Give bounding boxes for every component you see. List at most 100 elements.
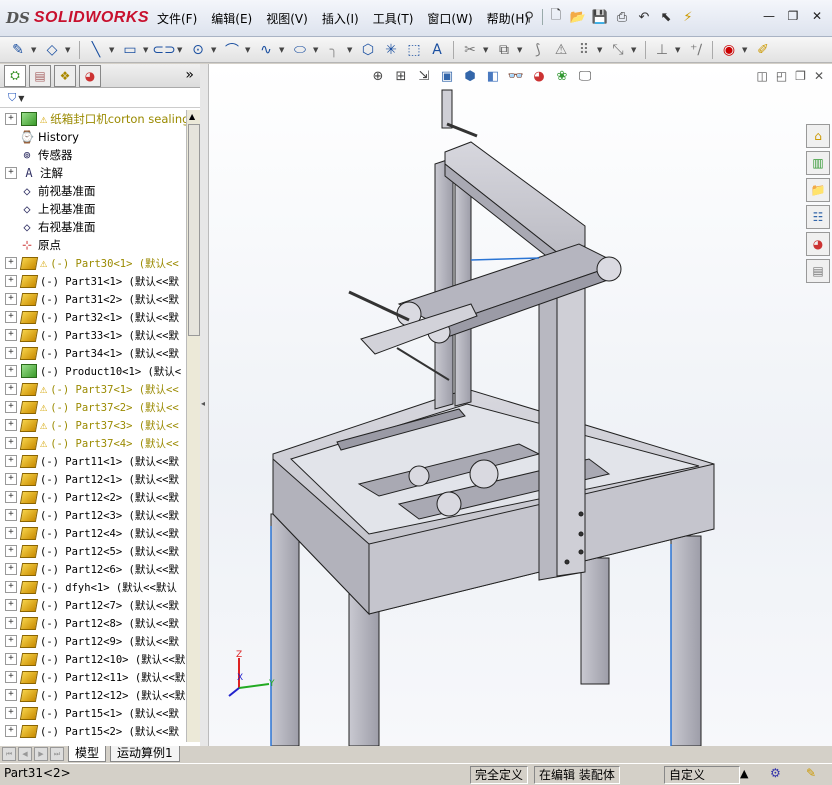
tree-row[interactable]: + (-) Part12<9> (默认<<默 [0,632,186,650]
tree-row[interactable]: + (-) Part12<12> (默认<<默 [0,686,186,704]
repair-sketch-icon[interactable]: ⁺∕ [686,40,706,60]
plane-icon[interactable]: ⬚ [404,40,424,60]
expand-toggle-icon[interactable]: + [5,167,17,179]
feature-manager-tab[interactable]: ⛭ [4,64,26,87]
chevron-down-icon[interactable]: ▼ [517,46,525,54]
expand-toggle-icon[interactable]: + [5,599,17,611]
tree-row[interactable]: ◇ 右视基准面 [0,218,186,236]
expand-toggle-icon[interactable]: + [5,725,17,737]
ellipse-icon[interactable]: ⬭ [290,40,310,60]
tree-row[interactable]: ⊚ 传感器 [0,146,186,164]
new-document-icon[interactable]: 🗋 [547,8,565,26]
expand-toggle-icon[interactable]: + [5,653,17,665]
tree-row[interactable]: + (-) Part11<1> (默认<<默 [0,452,186,470]
tree-row[interactable]: + ⚠ (-) Part37<3> (默认<< [0,416,186,434]
property-manager-tab[interactable]: ▤ [29,64,51,87]
convert-entities-icon[interactable]: ⧉ [494,40,514,60]
rebuild-icon[interactable]: ⚡ [679,8,697,26]
chevron-down-icon[interactable]: ▼ [675,46,683,54]
tree-row[interactable]: ◇ 前视基准面 [0,182,186,200]
last-tab-icon[interactable]: ⏭ [50,747,64,761]
expand-toggle-icon[interactable]: + [5,545,17,557]
chevron-down-icon[interactable]: ▼ [65,46,73,54]
tree-row[interactable]: + (-) Part12<1> (默认<<默 [0,470,186,488]
expand-toggle-icon[interactable]: + [5,113,17,125]
expand-toggle-icon[interactable]: + [5,455,17,467]
tab-model[interactable]: 模型 [68,746,107,762]
scrollbar-thumb[interactable] [188,124,200,336]
next-tab-icon[interactable]: ▶ [34,747,48,761]
chevron-down-icon[interactable]: ▼ [483,46,491,54]
move-entities-icon[interactable]: ⤡ [608,40,628,60]
open-folder-icon[interactable]: 📂 [569,8,587,26]
chevron-down-icon[interactable]: ▼ [279,46,287,54]
tree-row[interactable]: + (-) Part12<4> (默认<<默 [0,524,186,542]
prev-tab-icon[interactable]: ◀ [18,747,32,761]
polygon-icon[interactable]: ⬡ [358,40,378,60]
chevron-down-icon[interactable]: ▼ [245,46,253,54]
expand-toggle-icon[interactable]: + [5,617,17,629]
tree-row[interactable]: + A 注解 [0,164,186,182]
pin-icon[interactable]: ⚲ [520,8,538,26]
expand-toggle-icon[interactable]: + [5,437,17,449]
tab-motion-study[interactable]: 运动算例1 [110,746,180,762]
chevron-down-icon[interactable]: ▼ [742,46,750,54]
restore-icon[interactable]: ❐ [784,8,802,24]
scroll-up-arrow[interactable]: ▲ [189,112,195,121]
filter-dropdown[interactable]: ▼ [18,94,24,103]
expand-toggle-icon[interactable]: + [5,527,17,539]
expand-toggle-icon[interactable]: + [5,329,17,341]
expand-toggle-icon[interactable]: + [5,689,17,701]
spline-icon[interactable]: ∿ [256,40,276,60]
chevron-down-icon[interactable]: ▼ [211,46,219,54]
menu-edit[interactable]: 编辑(E) [204,10,259,28]
menu-view[interactable]: 视图(V) [259,10,315,28]
tree-row[interactable]: + (-) Part12<6> (默认<<默 [0,560,186,578]
expand-toggle-icon[interactable]: + [5,311,17,323]
undo-icon[interactable]: ↶ [635,8,653,26]
rapid-sketch-icon[interactable]: ✐ [753,40,773,60]
chevron-down-icon[interactable]: ▼ [109,46,117,54]
expand-toggle-icon[interactable]: + [5,581,17,593]
save-icon[interactable]: 💾 [591,8,609,26]
expand-toggle-icon[interactable]: + [5,275,17,287]
close-icon[interactable]: ✕ [808,8,826,24]
smart-dimension-icon[interactable]: ◇ [42,40,62,60]
expand-toggle-icon[interactable]: + [5,293,17,305]
relations-icon[interactable]: ⊥ [652,40,672,60]
expand-toggle-icon[interactable]: + [5,401,17,413]
status-units[interactable]: 自定义 [664,766,740,784]
chevron-down-icon[interactable]: ▼ [313,46,321,54]
tree-row[interactable]: + ⚠ (-) Part30<1> (默认<< [0,254,186,272]
chevron-down-icon[interactable]: ▼ [597,46,605,54]
tree-row[interactable]: + (-) Part33<1> (默认<<默 [0,326,186,344]
menu-tools[interactable]: 工具(T) [366,10,421,28]
menu-file[interactable]: 文件(F) [150,10,204,28]
tree-scrollbar[interactable]: ▲ [186,110,200,742]
pattern-icon[interactable]: ⠿ [574,40,594,60]
expand-toggle-icon[interactable]: + [5,473,17,485]
fillet-icon[interactable]: ╮ [324,40,344,60]
tree-row[interactable]: + ⚠ (-) Part37<4> (默认<< [0,434,186,452]
expand-toggle-icon[interactable]: + [5,671,17,683]
tree-filter[interactable]: ⛉ ▼ [0,89,206,108]
filter-icon[interactable]: ⛉ [8,91,16,105]
expand-toggle-icon[interactable]: + [5,347,17,359]
tree-row[interactable]: + (-) Part15<1> (默认<<默 [0,704,186,722]
tree-row[interactable]: + (-) Part12<8> (默认<<默 [0,614,186,632]
chevron-down-icon[interactable]: ▼ [347,46,355,54]
menu-insert[interactable]: 插入(I) [315,10,366,28]
expand-toggle-icon[interactable]: + [5,365,17,377]
expand-toggle-icon[interactable]: + [5,383,17,395]
chevron-down-icon[interactable]: ▼ [631,46,639,54]
tree-row[interactable]: + (-) Part12<2> (默认<<默 [0,488,186,506]
sketch-icon[interactable]: ✎ [8,40,28,60]
graphics-viewport[interactable]: ⊕ ⊞ ⇲ ▣ ⬢ ◧ 👓 ◕ ❀ 🖵 ◫ ◰ ❐ ✕ ⌂ ▥ 📁 ☷ ◕ ▤ [209,64,832,746]
quick-tips-icon[interactable]: ▲ [740,767,748,780]
rectangle-icon[interactable]: ▭ [120,40,140,60]
tree-row[interactable]: + ⚠ (-) Part37<1> (默认<< [0,380,186,398]
trim-icon[interactable]: ✂ [460,40,480,60]
print-icon[interactable]: ⎙ [613,8,631,26]
first-tab-icon[interactable]: ⏮ [2,747,16,761]
tree-row[interactable]: + (-) Part31<2> (默认<<默 [0,290,186,308]
